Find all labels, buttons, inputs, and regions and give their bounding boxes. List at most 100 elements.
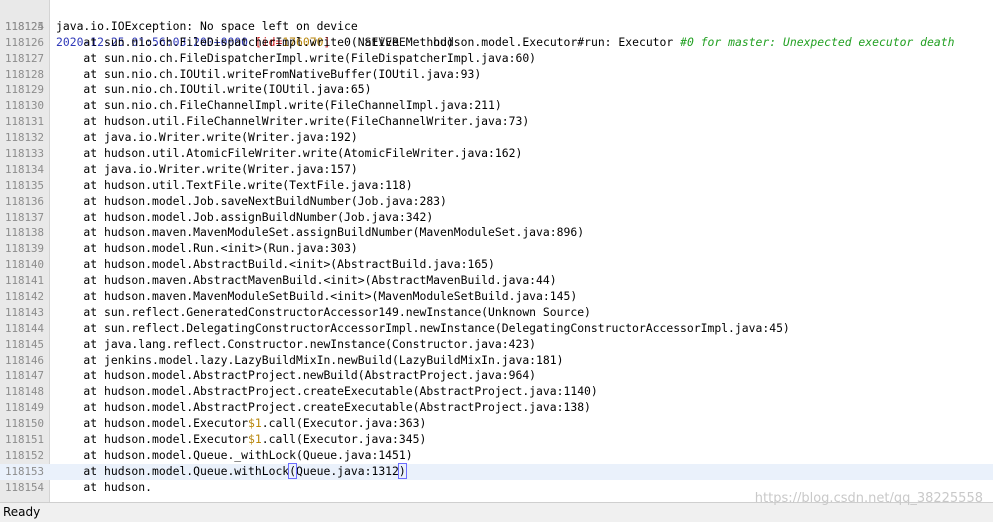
line-code: at hudson.model.Executor$1.call(Executor… (56, 432, 426, 448)
line-number: 118131 (4, 115, 44, 129)
line-code: at hudson.util.FileChannelWriter.write(F… (56, 114, 530, 129)
line-code: at hudson. (56, 479, 153, 494)
log-line: 118147 at hudson.model.AbstractProject.n… (0, 368, 993, 384)
line-number: 118148 (4, 385, 44, 399)
log-line: 118127 at sun.nio.ch.FileDispatcherImpl.… (0, 51, 993, 67)
code-segment: Queue.java:1312 (296, 463, 399, 478)
line-code: java.io.IOException: No space left on de… (56, 18, 358, 33)
line-number: 118150 (4, 417, 44, 431)
inner-class-marker: $1 (248, 432, 262, 447)
log-line: 118135 at hudson.util.TextFile.write(Tex… (0, 178, 993, 194)
line-code: at hudson.model.Job.assignBuildNumber(Jo… (56, 209, 434, 224)
line-number: 118139 (4, 242, 44, 256)
line-number: 118138 (4, 226, 44, 240)
line-number: 118130 (4, 99, 44, 113)
log-line: 118146 at jenkins.model.lazy.LazyBuildMi… (0, 353, 993, 369)
line-code: at hudson.maven.MavenModuleSetBuild.<ini… (56, 289, 578, 304)
line-code: at hudson.model.AbstractProject.newBuild… (56, 368, 537, 383)
code-segment: at hudson.model.Executor (56, 416, 249, 431)
line-code: at java.io.Writer.write(Writer.java:157) (56, 161, 358, 176)
log-line: 118134 at java.io.Writer.write(Writer.ja… (0, 162, 993, 178)
line-code: at java.lang.reflect.Constructor.newInst… (56, 336, 537, 351)
log-line: 118143 at sun.reflect.GeneratedConstruct… (0, 305, 993, 321)
line-code: at hudson.model.Run.<init>(Run.java:303) (56, 241, 358, 256)
code-segment: .call(Executor.java:345) (261, 432, 427, 447)
line-code: at sun.nio.ch.FileDispatcherImpl.write(F… (56, 50, 537, 65)
line-code: at sun.reflect.GeneratedConstructorAcces… (56, 304, 591, 319)
log-editor[interactable]: 118124 2020-12-25 01:56:03.200+0000 [id=… (0, 0, 993, 502)
line-number: 118125 (4, 19, 44, 33)
line-number: 118129 (4, 83, 44, 97)
line-number: 118142 (4, 290, 44, 304)
line-number: 118144 (4, 321, 44, 335)
log-line: 118125 java.io.IOException: No space left… (0, 19, 993, 35)
log-line-header: 118124 2020-12-25 01:56:03.200+0000 [id=… (0, 3, 993, 49)
line-code: at hudson.model.Executor$1.call(Executor… (56, 416, 426, 432)
log-line: 118151 at hudson.model.Executor$1.call(E… (0, 432, 993, 448)
line-number: 118141 (4, 274, 44, 288)
line-number: 118127 (4, 51, 44, 65)
line-number: 118132 (4, 131, 44, 145)
log-line: 118129 at sun.nio.ch.IOUtil.write(IOUtil… (0, 82, 993, 98)
log-line: 118138 at hudson.maven.MavenModuleSet.as… (0, 225, 993, 241)
log-line: 118140 at hudson.model.AbstractBuild.<in… (0, 257, 993, 273)
line-number: 118154 (4, 480, 44, 494)
text-cursor (405, 463, 407, 477)
line-number: 118146 (4, 353, 44, 367)
matched-paren-open: ( (288, 462, 298, 479)
line-number: 118143 (4, 305, 44, 319)
line-code: at java.io.Writer.write(Writer.java:192) (56, 130, 358, 145)
line-code: at hudson.model.AbstractProject.createEx… (56, 384, 598, 399)
code-segment: at hudson.model.Queue.withLock (56, 463, 290, 478)
log-line-current: 118153 at hudson.model.Queue.withLock(Qu… (0, 462, 993, 480)
log-line: 118152 at hudson.model.Queue._withLock(Q… (0, 448, 993, 464)
line-number: 118137 (4, 210, 44, 224)
line-code: at hudson.model.Queue._withLock(Queue.ja… (56, 447, 413, 462)
line-code: at hudson.model.Job.saveNextBuildNumber(… (56, 193, 447, 208)
line-code: at hudson.model.AbstractBuild.<init>(Abs… (56, 257, 495, 272)
log-line: 118131 at hudson.util.FileChannelWriter.… (0, 114, 993, 130)
line-number: 118134 (4, 162, 44, 176)
log-line: 118144 at sun.reflect.DelegatingConstruc… (0, 321, 993, 337)
line-code: at hudson.util.TextFile.write(TextFile.j… (56, 177, 413, 192)
line-code: at sun.nio.ch.IOUtil.writeFromNativeBuff… (56, 66, 482, 81)
line-number: 118147 (4, 369, 44, 383)
line-code: at sun.nio.ch.FileDispatcherImpl.write0(… (56, 34, 454, 49)
inner-class-marker: $1 (248, 416, 262, 431)
log-line: 118150 at hudson.model.Executor$1.call(E… (0, 416, 993, 432)
status-text: Ready (3, 505, 41, 519)
log-line: 118133 at hudson.util.AtomicFileWriter.w… (0, 146, 993, 162)
log-line: 118149 at hudson.model.AbstractProject.c… (0, 400, 993, 416)
line-code: at sun.reflect.DelegatingConstructorAcce… (56, 320, 790, 335)
log-line: 118132 at java.io.Writer.write(Writer.ja… (0, 130, 993, 146)
line-number: 118128 (4, 67, 44, 81)
log-line: 118141 at hudson.maven.AbstractMavenBuil… (0, 273, 993, 289)
log-line: 118137 at hudson.model.Job.assignBuildNu… (0, 210, 993, 226)
line-number: 118149 (4, 401, 44, 415)
code-segment: at hudson.model.Executor (56, 432, 249, 447)
log-line: 118136 at hudson.model.Job.saveNextBuild… (0, 194, 993, 210)
log-line: 118126 at sun.nio.ch.FileDispatcherImpl.… (0, 35, 993, 51)
line-code: at hudson.util.AtomicFileWriter.write(At… (56, 146, 523, 161)
line-code: at hudson.model.AbstractProject.createEx… (56, 400, 591, 415)
code-segment: .call(Executor.java:363) (261, 416, 427, 431)
log-line: 118128 at sun.nio.ch.IOUtil.writeFromNat… (0, 67, 993, 83)
line-code: at jenkins.model.lazy.LazyBuildMixIn.new… (56, 352, 564, 367)
watermark-text: https://blog.csdn.net/qq_38225558 (754, 491, 983, 506)
line-code: at hudson.maven.MavenModuleSet.assignBui… (56, 225, 585, 240)
line-number: 118140 (4, 258, 44, 272)
log-line: 118139 at hudson.model.Run.<init>(Run.ja… (0, 241, 993, 257)
line-number: 118133 (4, 147, 44, 161)
line-code: at hudson.model.Queue.withLock(Queue.jav… (56, 462, 407, 480)
line-code: at hudson.maven.AbstractMavenBuild.<init… (56, 273, 557, 288)
line-number: 118145 (4, 337, 44, 351)
line-number: 118153 (4, 464, 44, 478)
log-lines: 118124 2020-12-25 01:56:03.200+0000 [id=… (0, 3, 993, 496)
log-line: 118148 at hudson.model.AbstractProject.c… (0, 384, 993, 400)
log-line: 118142 at hudson.maven.MavenModuleSetBui… (0, 289, 993, 305)
line-number: 118135 (4, 178, 44, 192)
line-number: 118136 (4, 194, 44, 208)
log-line: 118145 at java.lang.reflect.Constructor.… (0, 337, 993, 353)
matched-paren-close: ) (397, 462, 407, 479)
line-code: at sun.nio.ch.IOUtil.write(IOUtil.java:6… (56, 82, 372, 97)
